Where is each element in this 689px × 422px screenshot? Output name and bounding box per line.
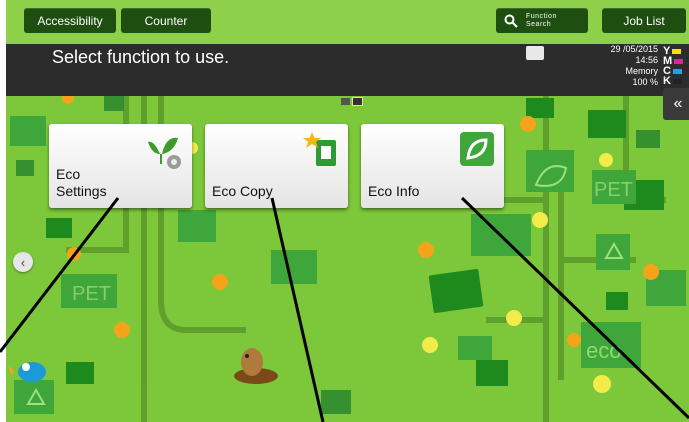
callout-lines (0, 196, 689, 422)
